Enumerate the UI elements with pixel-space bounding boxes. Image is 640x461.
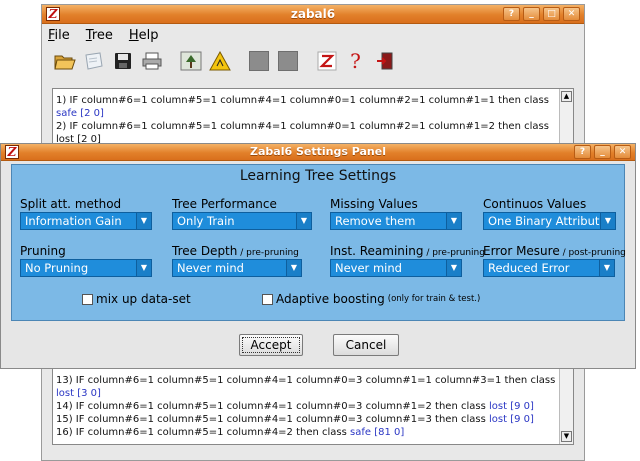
main-titlebar[interactable]: Z zabal6 ? _ □ ✕ bbox=[42, 5, 584, 24]
field-label: Inst. Reamining / pre-pruning bbox=[330, 244, 485, 258]
zabal-logo-icon[interactable] bbox=[314, 49, 339, 74]
sticky-note-icon[interactable] bbox=[81, 49, 106, 74]
menu-bar: File Tree Help bbox=[42, 24, 584, 46]
minimize-button[interactable]: _ bbox=[523, 7, 540, 21]
tree-depth-field: Tree Depth / pre-pruning Never mind ▼ bbox=[172, 244, 302, 277]
panel-heading: Learning Tree Settings bbox=[239, 168, 397, 184]
chevron-down-icon: ▼ bbox=[446, 213, 461, 229]
printer-icon[interactable] bbox=[139, 49, 164, 74]
pruning-select[interactable]: No Pruning ▼ bbox=[20, 259, 152, 277]
desktop: Z zabal6 ? _ □ ✕ File Tree Help ? 1) IF … bbox=[0, 0, 640, 461]
log-line: 13) IF column#6=1 column#5=1 column#4=1 … bbox=[56, 375, 556, 386]
warning-sign-icon[interactable] bbox=[207, 49, 232, 74]
inst-reamining-field: Inst. Reamining / pre-pruning Never mind… bbox=[330, 244, 485, 277]
chevron-down-icon: ▼ bbox=[296, 213, 311, 229]
help-window-button[interactable]: ? bbox=[574, 145, 591, 159]
log-line: 2) IF column#6=1 column#5=1 column#4=1 c… bbox=[56, 121, 549, 132]
rules-log-top[interactable]: 1) IF column#6=1 column#5=1 column#4=1 c… bbox=[52, 88, 574, 148]
exit-door-icon[interactable] bbox=[372, 49, 397, 74]
chevron-down-icon: ▼ bbox=[136, 260, 151, 276]
chevron-down-icon: ▼ bbox=[136, 213, 151, 229]
field-label: Missing Values bbox=[330, 197, 418, 211]
accept-button[interactable]: Accept bbox=[239, 334, 303, 356]
settings-dialog: Z Zabal6 Settings Panel ? _ ✕ Learning T… bbox=[0, 143, 636, 369]
missing-values-field: Missing Values Remove them ▼ bbox=[330, 197, 462, 230]
gray-square-icon[interactable] bbox=[275, 49, 300, 74]
field-label: Pruning bbox=[20, 244, 66, 258]
menu-help[interactable]: Help bbox=[129, 28, 159, 43]
close-button[interactable]: ✕ bbox=[614, 145, 631, 159]
settings-panel: Learning Tree Settings Split att. method… bbox=[11, 164, 626, 321]
log-line: lost [3 0] bbox=[56, 388, 101, 399]
missing-values-select[interactable]: Remove them ▼ bbox=[330, 212, 462, 230]
maximize-button[interactable]: □ bbox=[543, 7, 560, 21]
toolbar: ? bbox=[42, 46, 584, 76]
chevron-down-icon: ▼ bbox=[286, 260, 301, 276]
error-measure-select[interactable]: Reduced Error ▼ bbox=[483, 259, 615, 277]
dialog-titlebar[interactable]: Z Zabal6 Settings Panel ? _ ✕ bbox=[1, 144, 635, 161]
field-label: Tree Performance bbox=[172, 197, 277, 211]
pruning-field: Pruning No Pruning ▼ bbox=[20, 244, 152, 277]
tree-performance-select[interactable]: Only Train ▼ bbox=[172, 212, 312, 230]
tree-image-icon[interactable] bbox=[178, 49, 203, 74]
close-button[interactable]: ✕ bbox=[563, 7, 580, 21]
scroll-up-icon[interactable]: ▲ bbox=[561, 91, 572, 102]
inst-reamining-select[interactable]: Never mind ▼ bbox=[330, 259, 462, 277]
error-measure-field: Error Mesure / post-pruning Reduced Erro… bbox=[483, 244, 626, 277]
chevron-down-icon: ▼ bbox=[599, 260, 614, 276]
scroll-down-icon[interactable]: ▼ bbox=[561, 431, 572, 442]
adaptive-boosting-checkbox[interactable]: Adaptive boosting (only for train & test… bbox=[262, 292, 480, 306]
log-line: 1) IF column#6=1 column#5=1 column#4=1 c… bbox=[56, 95, 549, 106]
gray-square-icon[interactable] bbox=[246, 49, 271, 74]
log-bottom-scrollbar[interactable]: ▼ bbox=[559, 366, 573, 444]
log-line: 15) IF column#6=1 column#5=1 column#4=1 … bbox=[56, 414, 534, 425]
open-folder-icon[interactable] bbox=[52, 49, 77, 74]
cancel-button[interactable]: Cancel bbox=[333, 334, 399, 356]
mixup-checkbox[interactable]: mix up data-set bbox=[82, 292, 191, 306]
tree-performance-field: Tree Performance Only Train ▼ bbox=[172, 197, 312, 230]
field-label: Continuos Values bbox=[483, 197, 587, 211]
chevron-down-icon: ▼ bbox=[446, 260, 461, 276]
field-label: Error Mesure / post-pruning bbox=[483, 244, 626, 258]
help-question-icon[interactable]: ? bbox=[343, 49, 368, 74]
chevron-down-icon: ▼ bbox=[600, 213, 615, 229]
help-window-button[interactable]: ? bbox=[503, 7, 520, 21]
log-line: 16) IF column#6=1 column#5=1 column#4=2 … bbox=[56, 427, 405, 438]
split-method-select[interactable]: Information Gain ▼ bbox=[20, 212, 152, 230]
log-line: safe [2 0] bbox=[56, 108, 104, 119]
menu-file[interactable]: File bbox=[48, 28, 70, 43]
continuous-values-select[interactable]: One Binary Attribute ▼ bbox=[483, 212, 616, 230]
save-disk-icon[interactable] bbox=[110, 49, 135, 74]
menu-tree[interactable]: Tree bbox=[86, 28, 113, 43]
continuous-values-field: Continuos Values One Binary Attribute ▼ bbox=[483, 197, 616, 230]
split-method-field: Split att. method Information Gain ▼ bbox=[20, 197, 152, 230]
checkbox-box[interactable] bbox=[262, 293, 273, 305]
minimize-button[interactable]: _ bbox=[594, 145, 611, 159]
tree-depth-select[interactable]: Never mind ▼ bbox=[172, 259, 302, 277]
dialog-title: Zabal6 Settings Panel bbox=[250, 145, 386, 158]
log-line: 14) IF column#6=1 column#5=1 column#4=1 … bbox=[56, 401, 534, 412]
field-label: Split att. method bbox=[20, 197, 122, 211]
checkbox-box[interactable] bbox=[82, 293, 93, 305]
log-top-scrollbar[interactable]: ▲ bbox=[559, 89, 573, 147]
rules-log-bottom[interactable]: 13) IF column#6=1 column#5=1 column#4=1 … bbox=[52, 365, 574, 445]
field-label: Tree Depth / pre-pruning bbox=[172, 244, 299, 258]
